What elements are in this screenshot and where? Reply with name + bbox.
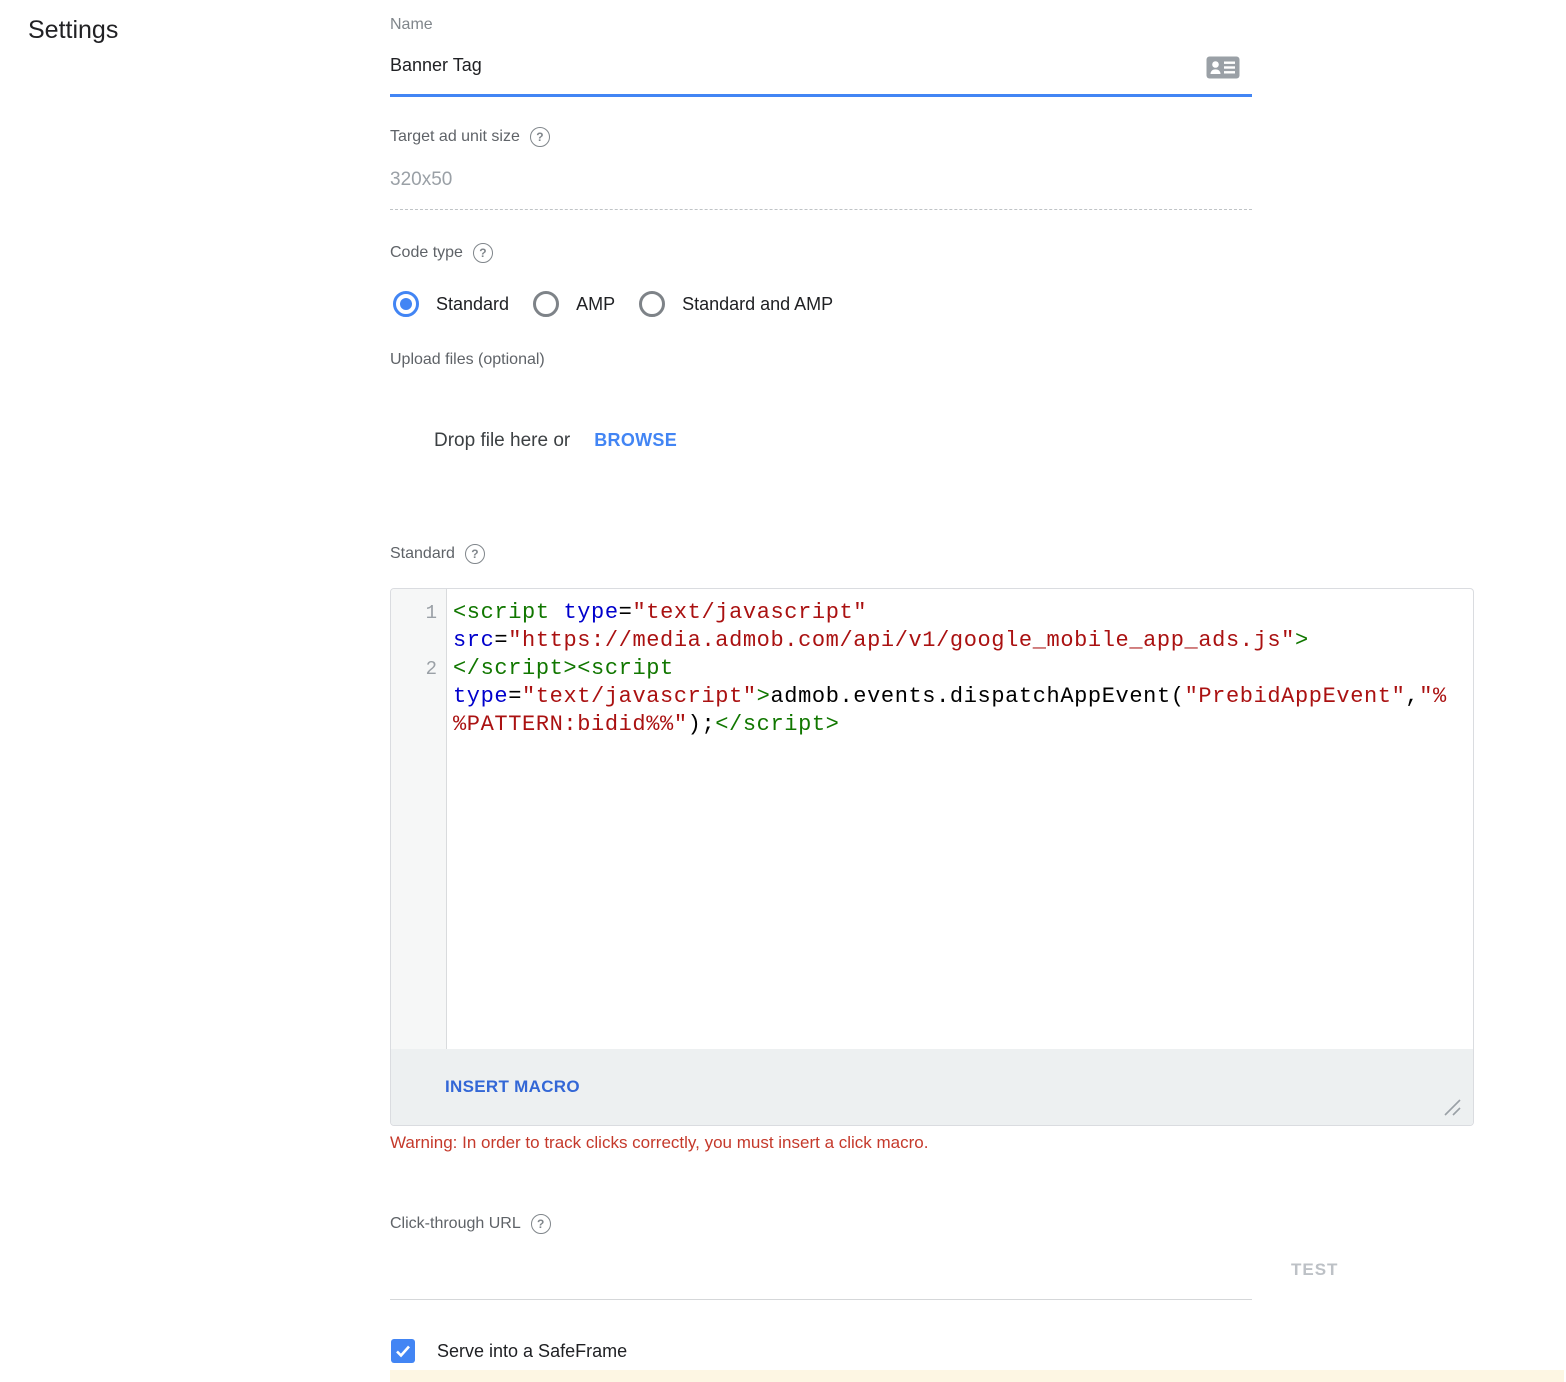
help-icon[interactable]: ? [531,1214,551,1234]
resize-handle-icon[interactable] [1444,1099,1461,1116]
code-line: type="text/javascript">admob.events.disp… [453,683,1469,711]
line-number: 1 [391,599,446,627]
radio-label: AMP [576,294,615,315]
editor-gutter: 12 [391,589,447,1049]
code-line: src="https://media.admob.com/api/v1/goog… [453,627,1469,655]
page-title: Settings [28,16,118,45]
target-size-underline [390,209,1252,210]
click-through-url-row: TEST [390,1234,1474,1300]
radio-label: Standard and AMP [682,294,833,315]
help-icon[interactable]: ? [530,127,550,147]
radio-standard-and-amp[interactable]: Standard and AMP [639,291,833,317]
editor-footer: INSERT MACRO [391,1049,1473,1125]
name-label: Name [390,15,1474,35]
radio-standard[interactable]: Standard [393,291,509,317]
insert-macro-button[interactable]: INSERT MACRO [445,1077,580,1097]
code-type-label: Code type [390,243,463,263]
safeframe-checkbox[interactable] [391,1339,415,1363]
click-through-url-section: Click-through URL ? TEST [390,1214,1474,1300]
click-through-url-input[interactable] [390,1268,1252,1300]
browse-button[interactable]: BROWSE [594,430,677,451]
safeframe-label: Serve into a SafeFrame [437,1341,627,1362]
name-value-row [390,55,1252,81]
name-underline [390,94,1252,97]
contact-card-icon [1206,56,1240,79]
radio-unselected-icon [533,291,559,317]
code-line: %PATTERN:bidid%%");</script> [453,711,1469,739]
code-type-radio-group: Standard AMP Standard and AMP [393,291,1474,317]
radio-amp[interactable]: AMP [533,291,615,317]
warning-text: Warning: In order to track clicks correc… [390,1132,1474,1154]
safeframe-row: Serve into a SafeFrame [390,1338,1474,1364]
line-number [391,683,446,711]
target-ad-unit-size-label: Target ad unit size [390,127,520,147]
editor-code[interactable]: <script type="text/javascript"src="https… [447,589,1473,1049]
code-line: <script type="text/javascript" [453,599,1469,627]
line-number: 2 [391,655,446,683]
name-input[interactable] [390,55,1170,76]
name-field-section: Name [390,0,1474,97]
file-drop-zone[interactable]: Drop file here or BROWSE [434,430,1474,452]
code-type-section: Code type ? Standard AMP Standard and AMP [390,243,1474,317]
code-line: </script><script [453,655,1469,683]
test-button[interactable]: TEST [1291,1260,1338,1280]
code-editor: 12 <script type="text/javascript"src="ht… [390,588,1474,1126]
help-icon[interactable]: ? [465,544,485,564]
target-ad-unit-size-value: 320x50 [390,168,1474,192]
settings-form: Name Target ad unit size ? 320x50 [390,0,1474,1382]
checkmark-icon [394,1342,412,1360]
line-number [391,627,446,655]
standard-label: Standard [390,544,455,564]
target-size-section: Target ad unit size ? 320x50 [390,127,1474,210]
radio-selected-icon [393,291,419,317]
click-through-url-label: Click-through URL [390,1214,521,1234]
drop-file-text: Drop file here or [434,430,570,452]
code-editor-body: 12 <script type="text/javascript"src="ht… [391,589,1473,1049]
radio-label: Standard [436,294,509,315]
radio-unselected-icon [639,291,665,317]
line-number [391,711,446,739]
help-icon[interactable]: ? [473,243,493,263]
notice-bar [390,1370,1564,1382]
standard-code-section: Standard ? [390,544,1474,564]
upload-files-label: Upload files (optional) [390,350,1474,370]
